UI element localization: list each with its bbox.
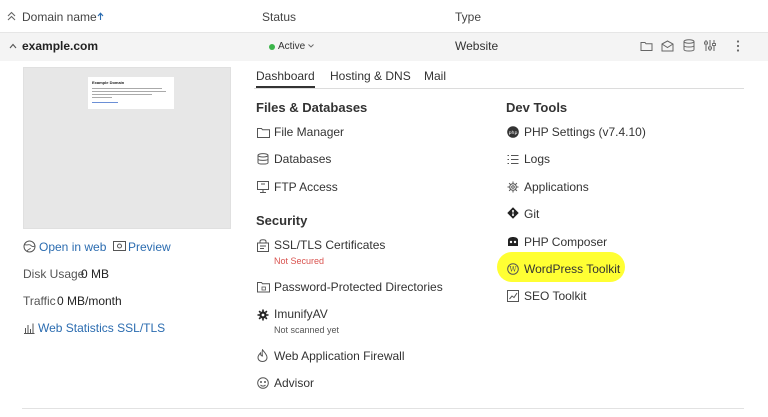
chevrons-up-icon[interactable]: [7, 11, 16, 21]
database-icon: [257, 153, 269, 165]
svg-text:php: php: [509, 130, 518, 136]
web-application-firewall-link[interactable]: Web Application Firewall: [274, 349, 405, 363]
tab-dashboard[interactable]: Dashboard: [256, 69, 315, 88]
applications-link[interactable]: Applications: [524, 180, 589, 194]
tab-mail[interactable]: Mail: [424, 69, 446, 83]
preview-icon[interactable]: [113, 241, 126, 251]
applications-gear-icon: [507, 181, 519, 193]
type-column-header[interactable]: Type: [455, 10, 481, 24]
domain-row[interactable]: example.com Active Website: [0, 32, 768, 61]
imunify-status-text: Not scanned yet: [274, 325, 340, 335]
type-value: Website: [455, 39, 499, 53]
traffic-value: 0 MB/month: [57, 294, 122, 308]
ssl-certificates-link[interactable]: SSL/TLS Certificates: [274, 238, 385, 252]
status-chevron-down-icon[interactable]: [308, 44, 314, 48]
advisor-icon: [257, 377, 269, 389]
imunify-gear-icon: [257, 309, 269, 321]
database-icon[interactable]: [683, 39, 695, 52]
more-icon[interactable]: [736, 40, 740, 52]
traffic-label: Traffic: [23, 294, 56, 308]
sliders-icon[interactable]: [704, 39, 716, 52]
tabs-divider: [254, 88, 744, 89]
ssl-status-text: Not Secured: [274, 256, 325, 266]
seo-icon: [507, 290, 519, 302]
tab-hosting-dns[interactable]: Hosting & DNS: [330, 69, 411, 83]
table-header: Domain name Status Type: [0, 0, 768, 32]
folder-icon: [257, 127, 270, 138]
wordpress-icon: W: [507, 263, 519, 275]
advisor-link[interactable]: Advisor: [274, 376, 314, 390]
folder-icon[interactable]: [640, 40, 653, 52]
logs-link[interactable]: Logs: [524, 152, 550, 166]
svg-text:W: W: [509, 266, 517, 274]
domain-name[interactable]: example.com: [22, 39, 98, 53]
composer-icon: [507, 235, 519, 247]
git-icon: [507, 207, 519, 219]
seo-toolkit-link[interactable]: SEO Toolkit: [524, 289, 586, 303]
git-link[interactable]: Git: [524, 207, 539, 221]
bar-chart-icon[interactable]: [23, 322, 35, 334]
ftp-access-link[interactable]: FTP Access: [274, 180, 338, 194]
password-protected-directories-link[interactable]: Password-Protected Directories: [274, 280, 443, 294]
domain-name-column-header[interactable]: Domain name: [22, 10, 97, 24]
status-dot-icon: [269, 44, 275, 50]
files-databases-heading: Files & Databases: [256, 100, 368, 115]
status-column-header[interactable]: Status: [262, 10, 296, 24]
site-preview-thumbnail[interactable]: Example Domain: [23, 67, 231, 229]
disk-usage-value: 0 MB: [81, 267, 110, 281]
globe-icon[interactable]: [23, 240, 36, 253]
php-icon: php: [507, 126, 519, 138]
sort-asc-icon[interactable]: [97, 12, 104, 21]
web-statistics-link[interactable]: Web Statistics SSL/TLS: [38, 321, 165, 335]
preview-link[interactable]: Preview: [128, 240, 171, 254]
locked-folder-icon: [257, 281, 270, 293]
dev-tools-heading: Dev Tools: [506, 100, 568, 115]
mail-icon[interactable]: [661, 40, 674, 52]
php-settings-link[interactable]: PHP Settings (v7.4.10): [524, 125, 646, 139]
logs-list-icon: [507, 154, 519, 165]
php-composer-link[interactable]: PHP Composer: [524, 235, 607, 249]
thumbnail-title: Example Domain: [92, 80, 125, 85]
security-heading: Security: [256, 213, 308, 228]
open-in-web-link[interactable]: Open in web: [39, 240, 106, 254]
status-value[interactable]: Active: [278, 41, 305, 52]
ftp-icon: [257, 181, 269, 193]
databases-link[interactable]: Databases: [274, 152, 331, 166]
imunifyav-link[interactable]: ImunifyAV: [274, 307, 328, 321]
bottom-divider: [22, 408, 744, 409]
wordpress-toolkit-link[interactable]: WordPress Toolkit: [524, 262, 620, 276]
file-manager-link[interactable]: File Manager: [274, 125, 344, 139]
thumbnail-page: Example Domain: [88, 77, 174, 109]
chevron-up-icon[interactable]: [9, 43, 17, 49]
disk-usage-label: Disk Usage: [23, 267, 85, 281]
firewall-flame-icon: [257, 349, 268, 362]
certificate-icon: [257, 239, 269, 252]
